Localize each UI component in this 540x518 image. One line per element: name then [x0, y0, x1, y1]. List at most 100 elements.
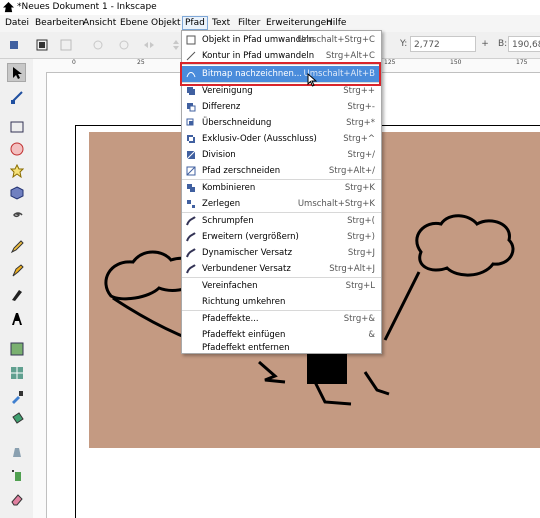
calligraphy-tool[interactable]	[7, 285, 26, 304]
node-tool[interactable]	[7, 87, 26, 106]
bucket-icon	[11, 411, 24, 424]
menu-item-combine[interactable]: Kombinieren Strg+K	[182, 180, 381, 196]
flip-horizontal-icon[interactable]	[143, 39, 155, 51]
star-tool[interactable]	[7, 161, 26, 180]
item-label: Dynamischer Versatz	[202, 248, 293, 258]
break-apart-icon	[187, 200, 195, 208]
menu-item-dynamic-offset[interactable]: Dynamischer Versatz Strg+J	[182, 245, 381, 261]
menu-item-inset[interactable]: Schrumpfen Strg+(	[182, 213, 381, 229]
menu-objekt[interactable]: Objekt	[149, 17, 183, 29]
item-label: Pfadeffekte...	[202, 314, 259, 324]
menu-item-paste-path-effect[interactable]: Pfadeffekt einfügen &	[182, 327, 381, 343]
exclusion-icon	[187, 135, 195, 143]
select-all-layers-icon[interactable]	[36, 39, 48, 51]
menu-item-exclusion[interactable]: Exklusiv-Oder (Ausschluss) Strg+^	[182, 131, 381, 147]
rotate-cw-icon[interactable]	[118, 39, 130, 51]
rectangle-tool[interactable]	[7, 117, 26, 136]
menu-bearbeiten[interactable]: Bearbeiten	[33, 17, 86, 29]
item-shortcut: Strg+/	[347, 150, 375, 160]
rotate-ccw-icon[interactable]	[92, 39, 104, 51]
item-label: Pfadeffekt einfügen	[202, 330, 286, 340]
item-label: Schrumpfen	[202, 216, 254, 226]
item-shortcut: Strg+-	[347, 102, 375, 112]
dropper-icon	[11, 390, 23, 404]
selector-tool[interactable]	[7, 63, 26, 82]
item-label: Pfad zerschneiden	[202, 166, 281, 176]
intersection-icon	[186, 118, 194, 126]
ellipse-tool[interactable]	[7, 139, 26, 158]
y-field[interactable]: 2,772	[410, 36, 476, 52]
cube-icon	[10, 185, 23, 200]
inkscape-logo-icon	[3, 2, 14, 13]
b-field[interactable]: 190,68	[508, 36, 540, 52]
menu-item-reverse[interactable]: Richtung umkehren	[182, 294, 381, 310]
star-icon	[9, 163, 24, 178]
spiral-icon	[12, 211, 23, 217]
gradient-tool[interactable]	[7, 339, 26, 358]
object-to-path-icon	[186, 35, 196, 45]
ruler-tick: 0	[72, 59, 76, 66]
eraser-tool[interactable]	[7, 489, 26, 508]
text-tool[interactable]	[7, 309, 26, 328]
menu-item-intersection[interactable]: Überschneidung Strg+*	[182, 115, 381, 131]
item-label: Kombinieren	[202, 183, 256, 193]
circle-icon	[10, 142, 23, 155]
item-shortcut: Umschalt+Strg+C	[297, 35, 375, 45]
pencil-tool[interactable]	[7, 237, 26, 256]
menu-item-path-effects[interactable]: Pfadeffekte... Strg+&	[182, 311, 381, 327]
item-shortcut: Umschalt+Strg+K	[297, 199, 375, 209]
menu-item-outset[interactable]: Erweitern (vergrößern) Strg+)	[182, 229, 381, 245]
increment-button[interactable]: +	[478, 36, 492, 52]
spray-tool[interactable]	[7, 465, 26, 484]
window-title: *Neues Dokument 1 - Inkscape	[17, 2, 157, 12]
menu-hilfe[interactable]: Hilfe	[324, 17, 348, 29]
mesh-tool[interactable]	[7, 363, 26, 382]
menu-filter[interactable]: Filter	[236, 17, 262, 29]
vertical-ruler	[33, 59, 47, 518]
menu-ebene[interactable]: Ebene	[118, 17, 150, 29]
item-shortcut: Strg+)	[347, 232, 375, 242]
select-all-icon[interactable]	[8, 39, 20, 51]
tweak-tool[interactable]	[7, 441, 26, 460]
pen-tool[interactable]	[7, 261, 26, 280]
pen-icon	[12, 263, 24, 276]
menu-item-difference[interactable]: Differenz Strg+-	[182, 99, 381, 115]
cut-path-icon	[186, 166, 196, 176]
menu-item-cut-path[interactable]: Pfad zerschneiden Strg+Alt+/	[182, 163, 381, 179]
dynamic-offset-icon	[186, 248, 196, 258]
item-label: Zerlegen	[202, 199, 241, 209]
item-shortcut: Strg+^	[343, 134, 375, 144]
dropper-tool[interactable]	[7, 387, 26, 406]
menu-datei[interactable]: Datei	[3, 17, 31, 29]
item-shortcut: Strg+Alt+/	[328, 166, 375, 176]
division-icon	[186, 150, 196, 160]
spiral-tool[interactable]	[7, 205, 26, 224]
item-shortcut: Strg+&	[343, 314, 375, 324]
deselect-icon[interactable]	[60, 39, 72, 51]
item-shortcut: Strg+K	[344, 183, 375, 193]
linked-offset-icon	[186, 264, 196, 274]
menu-item-remove-path-effect[interactable]: Pfadeffekt entfernen	[182, 343, 381, 353]
item-label: Pfadeffekt entfernen	[202, 343, 290, 353]
item-shortcut: Strg+L	[345, 281, 375, 291]
difference-icon	[187, 103, 196, 112]
menu-pfad[interactable]: Pfad	[182, 16, 208, 30]
paint-bucket-tool[interactable]	[7, 409, 26, 428]
menu-item-simplify[interactable]: Vereinfachen Strg+L	[182, 278, 381, 294]
calligraphy-icon	[11, 289, 22, 301]
menu-item-object-to-path[interactable]: Objekt in Pfad umwandeln Umschalt+Strg+C	[182, 32, 381, 48]
menu-ansicht[interactable]: Ansicht	[81, 17, 118, 29]
item-label: Exklusiv-Oder (Ausschluss)	[202, 134, 317, 144]
menu-item-break-apart[interactable]: Zerlegen Umschalt+Strg+K	[182, 196, 381, 212]
menu-item-division[interactable]: Division Strg+/	[182, 147, 381, 163]
3d-box-tool[interactable]	[7, 183, 26, 202]
item-label: Differenz	[202, 102, 241, 112]
gradient-icon	[10, 342, 23, 355]
menu-text[interactable]: Text	[210, 17, 232, 29]
menu-item-linked-offset[interactable]: Verbundener Versatz Strg+Alt+J	[182, 261, 381, 277]
arrow-icon	[12, 66, 22, 79]
node-icon	[10, 90, 23, 104]
item-label: Richtung umkehren	[202, 297, 286, 307]
outset-icon	[186, 232, 196, 242]
union-icon	[187, 87, 195, 95]
